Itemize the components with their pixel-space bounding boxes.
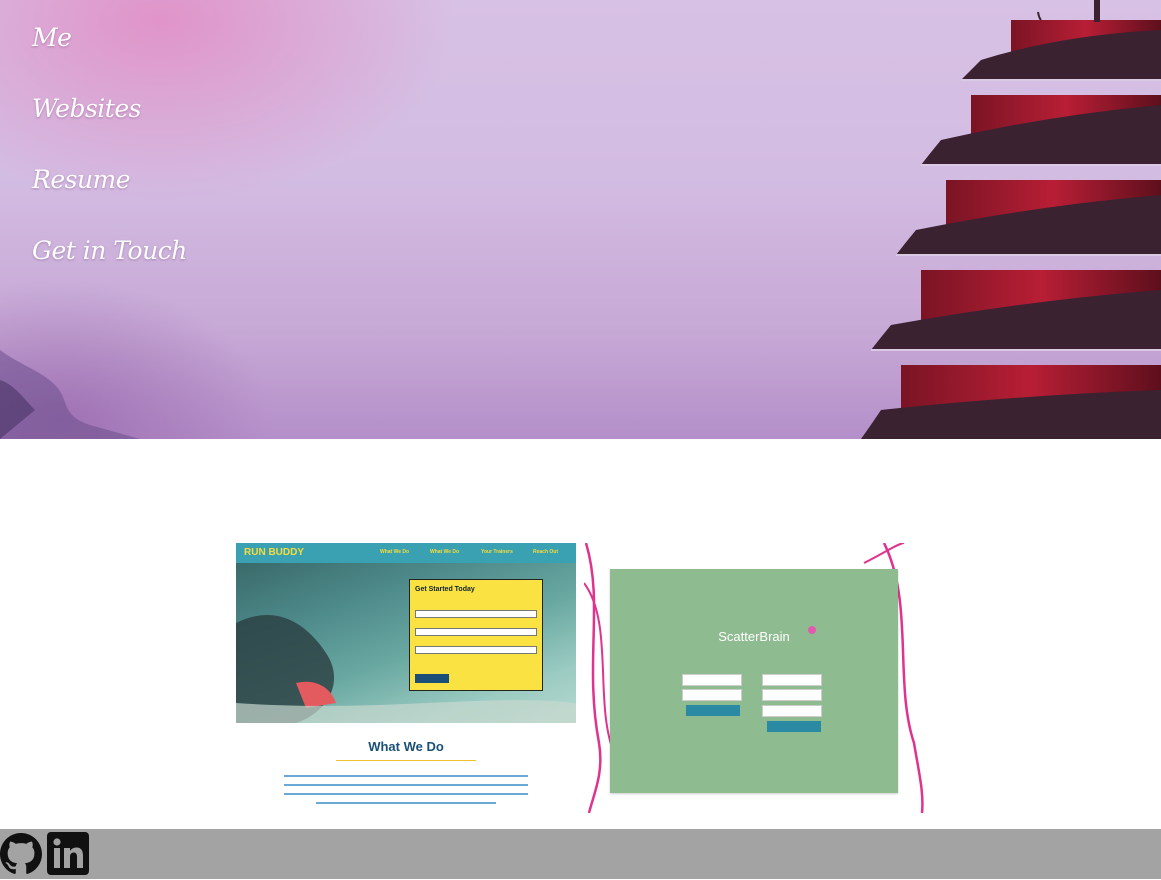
form-field (415, 610, 537, 618)
login-email-field (682, 674, 742, 686)
text-line (284, 775, 528, 777)
main-nav: Me Websites Resume Get in Touch (32, 18, 187, 302)
project-card-run-buddy[interactable]: RUN BUDDY What We Do What We Do Your Tra… (236, 528, 576, 828)
pagoda-image (861, 0, 1161, 439)
run-buddy-nav-item: Reach Out (533, 549, 559, 555)
text-line (284, 793, 528, 795)
nav-link-get-in-touch[interactable]: Get in Touch (32, 231, 187, 302)
signup-button (767, 721, 821, 732)
run-buddy-about-section: What We Do (236, 723, 576, 813)
signup-email-field (762, 689, 822, 701)
scatterbrain-screenshot[interactable]: ScatterBrain (584, 543, 924, 813)
run-buddy-nav-item: What We Do (430, 549, 460, 555)
divider (336, 760, 476, 761)
form-field (415, 628, 537, 636)
run-buddy-nav-item: What We Do (380, 549, 410, 555)
signup-password-field (762, 705, 822, 717)
run-buddy-screenshot[interactable]: RUN BUDDY What We Do What We Do Your Tra… (236, 543, 576, 813)
tree-silhouette (0, 350, 140, 439)
nav-link-resume[interactable]: Resume (32, 160, 187, 231)
scatterbrain-login-panel: ScatterBrain (610, 569, 898, 793)
run-buddy-logo: RUN BUDDY (244, 547, 304, 558)
footer (0, 829, 1161, 879)
text-line (284, 784, 528, 786)
login-password-field (682, 689, 742, 701)
run-buddy-form-title: Get Started Today (415, 586, 475, 593)
github-icon (0, 833, 42, 874)
text-line (316, 802, 496, 804)
linkedin-icon (47, 832, 89, 875)
brain-icon (808, 626, 816, 634)
nav-link-websites[interactable]: Websites (32, 89, 187, 160)
run-buddy-nav-item: Your Trainers (481, 549, 513, 555)
run-buddy-signup-form: Get Started Today (409, 579, 543, 691)
github-link[interactable] (0, 832, 42, 880)
project-card-scatterbrain[interactable]: ScatterBrain (584, 528, 924, 828)
scatterbrain-title: ScatterBrain (718, 629, 790, 644)
form-field (415, 646, 537, 654)
run-buddy-header: RUN BUDDY What We Do What We Do Your Tra… (236, 543, 576, 563)
hero-banner: Me Websites Resume Get in Touch (0, 0, 1161, 439)
signup-username-field (762, 674, 822, 686)
run-buddy-section-heading: What We Do (368, 739, 444, 754)
nav-link-me[interactable]: Me (32, 18, 187, 89)
run-buddy-hero-image: Get Started Today (236, 563, 576, 723)
login-button (686, 705, 740, 716)
linkedin-link[interactable] (47, 832, 89, 879)
form-submit-button (415, 674, 449, 683)
